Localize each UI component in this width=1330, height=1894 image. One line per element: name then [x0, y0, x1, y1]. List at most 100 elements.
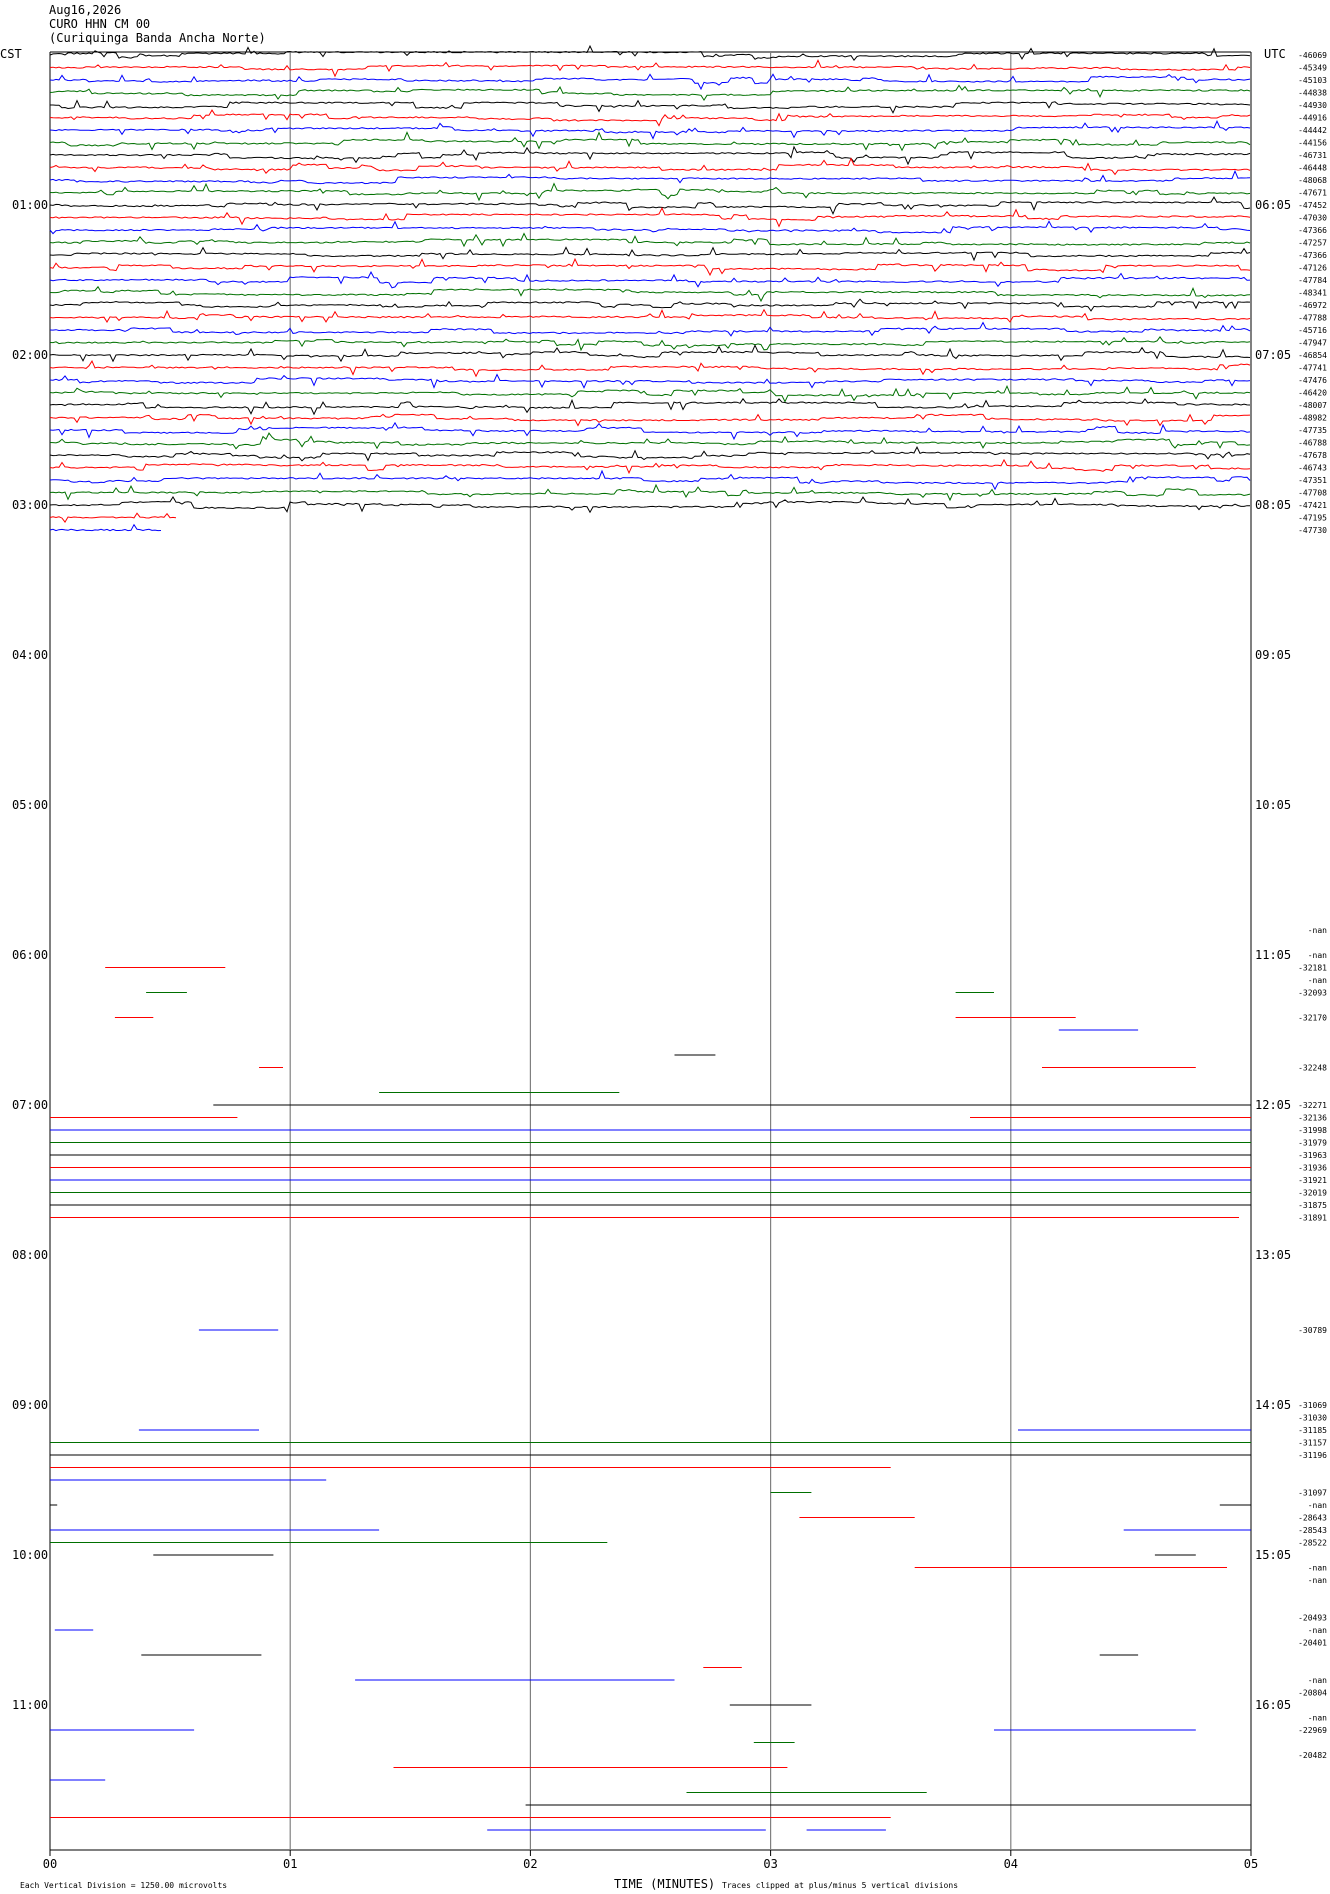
trace-offset-label: -46731: [1298, 151, 1327, 160]
trace-offset-label: -46448: [1298, 164, 1327, 173]
trace-offset-label: -47671: [1298, 189, 1327, 198]
trace-offset-label: -47947: [1298, 339, 1327, 348]
chart-date: Aug16,2026: [49, 3, 121, 17]
trace-offset-label: -31891: [1298, 1214, 1327, 1223]
trace-line: [49, 73, 1251, 91]
right-hour-label: 07:05: [1255, 348, 1291, 362]
trace-offset-label: -31963: [1298, 1151, 1327, 1160]
trace-offset-label: -28643: [1298, 1514, 1327, 1523]
trace-line: [49, 373, 1251, 389]
x-axis-ticks: 00 01 02 03 04 05: [43, 1850, 1258, 1871]
trace-offset-label: -31157: [1298, 1439, 1327, 1448]
trace-offset-label: -28543: [1298, 1526, 1327, 1535]
trace-line: [49, 413, 1251, 427]
trace-offset-label: -47730: [1298, 526, 1327, 535]
trace-line: [49, 84, 1251, 102]
trace-offset-label: -46420: [1298, 389, 1327, 398]
trace-offset-label: -47784: [1298, 276, 1327, 285]
trace-offset-label: -nan: [1308, 1676, 1327, 1685]
trace-offset-label: -44838: [1298, 89, 1327, 98]
right-hour-label: 11:05: [1255, 948, 1291, 962]
trace-offset-label: -31998: [1298, 1126, 1327, 1135]
left-hour-label: 02:00: [12, 348, 48, 362]
trace-line: [49, 458, 1251, 475]
trace-offset-label: -47678: [1298, 451, 1327, 460]
trace-line: [49, 344, 1251, 363]
trace-offset-label: -44916: [1298, 114, 1327, 123]
trace-offset-label: -20804: [1298, 1689, 1327, 1698]
trace-offset-label: -47351: [1298, 476, 1327, 485]
left-hour-label: 03:00: [12, 498, 48, 512]
left-hour-label: 01:00: [12, 198, 48, 212]
trace-offset-label: -45349: [1298, 64, 1327, 73]
trace-line: [49, 44, 1251, 62]
trace-line: [49, 257, 1251, 277]
trace-segment: [49, 523, 162, 532]
helicorder-chart: Aug16,2026 CURO HHN CM 00 (Curiquinga Ba…: [0, 3, 1327, 1891]
trace-line: [49, 109, 1251, 127]
trace-offset-label: -31921: [1298, 1176, 1327, 1185]
trace-offset-label: -46972: [1298, 301, 1327, 310]
timezone-right-label: UTC: [1264, 47, 1286, 61]
trace-line: [49, 119, 1251, 140]
trace-offset-label: -28522: [1298, 1539, 1327, 1548]
right-hour-label: 13:05: [1255, 1248, 1291, 1262]
station-code: CURO HHN CM 00: [49, 17, 150, 31]
x-tick-label: 01: [283, 1857, 297, 1871]
trace-line: [49, 207, 1251, 228]
x-tick-label: 02: [523, 1857, 537, 1871]
trace-line: [49, 271, 1251, 289]
trace-offset-label: -47788: [1298, 314, 1327, 323]
chart-gridlines: [49, 51, 1252, 1851]
trace-offset-label: -44442: [1298, 126, 1327, 135]
right-hour-labels: 06:05 07:05 08:05 09:05 10:05 11:05 12:05 13:05…: [1255, 198, 1291, 1712]
trace-offset-label: -nan: [1308, 1626, 1327, 1635]
right-hour-label: 15:05: [1255, 1548, 1291, 1562]
right-hour-label: 12:05: [1255, 1098, 1291, 1112]
trace-line: [49, 246, 1251, 262]
trace-offset-label: -46788: [1298, 439, 1327, 448]
trace-offset-label: -31979: [1298, 1139, 1327, 1148]
clip-note: Traces clipped at plus/minus 5 vertical …: [722, 1881, 958, 1890]
trace-offset-label: -32248: [1298, 1064, 1327, 1073]
trace-offset-label: -46743: [1298, 464, 1327, 473]
trace-offset-label: -20401: [1298, 1639, 1327, 1648]
trace-line: [49, 432, 1251, 450]
trace-offset-label: -32093: [1298, 989, 1327, 998]
trace-offset-label: -47735: [1298, 426, 1327, 435]
left-hour-label: 04:00: [12, 648, 48, 662]
trace-offset-label: -46854: [1298, 351, 1327, 360]
trace-offset-label: -47126: [1298, 264, 1327, 273]
trace-line: [49, 336, 1251, 352]
trace-line: [49, 220, 1251, 235]
x-tick-label: 04: [1004, 1857, 1018, 1871]
trace-line: [49, 169, 1251, 185]
trace-line: [49, 182, 1251, 202]
x-tick-label: 03: [763, 1857, 777, 1871]
left-hour-label: 11:00: [12, 1698, 48, 1712]
trace-offset-label: -22969: [1298, 1726, 1327, 1735]
trace-offset-label: -nan: [1308, 976, 1327, 985]
trace-segment: [49, 512, 177, 524]
trace-offset-label: -31936: [1298, 1164, 1327, 1173]
trace-line: [49, 445, 1251, 462]
right-hour-label: 10:05: [1255, 798, 1291, 812]
trace-offset-label: -31097: [1298, 1489, 1327, 1498]
trace-offset-label: -32181: [1298, 964, 1327, 973]
chart-header: Aug16,2026 CURO HHN CM 00 (Curiquinga Ba…: [49, 3, 266, 45]
trace-line: [49, 421, 1251, 441]
timezone-left-label: CST: [0, 47, 22, 61]
trace-offset-label: -nan: [1308, 1714, 1327, 1723]
trace-offset-label: -45103: [1298, 76, 1327, 85]
trace-offset-label: -47708: [1298, 489, 1327, 498]
right-hour-label: 16:05: [1255, 1698, 1291, 1712]
trace-segment: [49, 496, 1250, 514]
trace-offset-label: -32271: [1298, 1101, 1327, 1110]
trace-offset-label: -47741: [1298, 364, 1327, 373]
trace-offset-label: -44930: [1298, 101, 1327, 110]
trace-offset-labels: -46069 -45349 -45103 -44838 -44930 -44916 -444…: [1298, 51, 1327, 1760]
trace-line: [49, 157, 1251, 176]
trace-offset-label: -47366: [1298, 226, 1327, 235]
trace-line: [49, 196, 1251, 216]
trace-offset-label: -nan: [1308, 1501, 1327, 1510]
